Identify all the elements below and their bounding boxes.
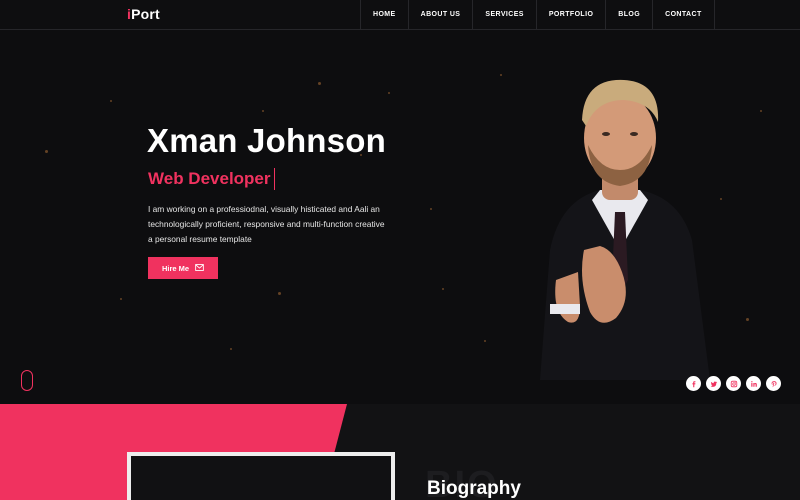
site-logo[interactable]: iPort [127, 6, 160, 22]
nav-item-services[interactable]: SERVICES [473, 0, 537, 30]
hero-description: I am working on a professiodnal, visuall… [148, 204, 385, 244]
site-header: iPort HOME ABOUT US SERVICES PORTFOLIO B… [0, 0, 800, 30]
facebook-icon[interactable] [686, 376, 701, 391]
social-links [686, 376, 781, 391]
hero-role: Web Developer [148, 168, 275, 190]
page: iPort HOME ABOUT US SERVICES PORTFOLIO B… [0, 0, 800, 500]
nav-item-contact[interactable]: CONTACT [653, 0, 715, 30]
nav-item-blog[interactable]: BLOG [606, 0, 654, 30]
biography-image-frame [127, 452, 395, 500]
twitter-icon[interactable] [706, 376, 721, 391]
logo-text: Port [131, 6, 160, 22]
envelope-icon [195, 263, 204, 273]
pinterest-icon[interactable] [766, 376, 781, 391]
biography-title: Biography [427, 478, 521, 499]
biography-section: BIO Biography [0, 404, 800, 500]
linkedin-icon[interactable] [746, 376, 761, 391]
main-nav: HOME ABOUT US SERVICES PORTFOLIO BLOG CO… [360, 0, 715, 30]
hero-section: Xman Johnson Web Developer I am working … [0, 30, 800, 404]
hero-name: Xman Johnson [147, 122, 386, 159]
hire-me-label: Hire Me [161, 263, 190, 273]
accent-shape [0, 404, 347, 500]
instagram-icon[interactable] [726, 376, 741, 391]
nav-item-portfolio[interactable]: PORTFOLIO [537, 0, 607, 30]
nav-item-about-us[interactable]: ABOUT US [409, 0, 474, 30]
nav-item-home[interactable]: HOME [360, 0, 409, 30]
profile-portrait [540, 79, 710, 380]
scroll-down-indicator[interactable] [21, 370, 33, 391]
hire-me-button[interactable]: Hire Me [148, 257, 218, 279]
